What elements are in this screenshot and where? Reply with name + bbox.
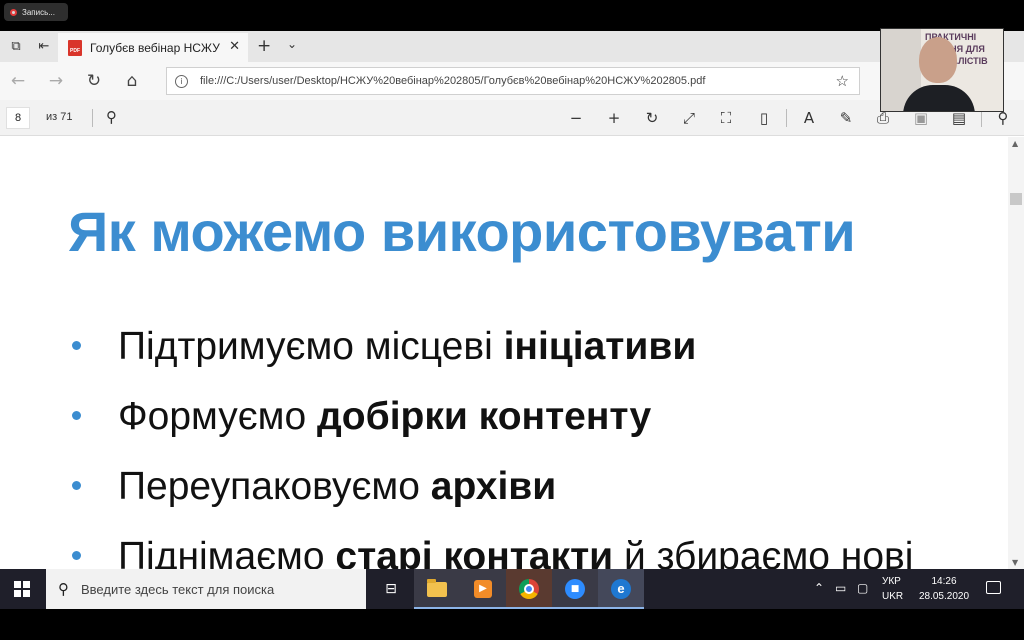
tab-title: Голубєв вебінар НСЖУ [90, 40, 220, 55]
set-aside-tabs-icon[interactable]: ⇤ [36, 39, 52, 55]
screen: Запись... ⧉ ⇤ PDF Голубєв вебінар НСЖУ ✕… [0, 0, 1024, 640]
bullet-dot [72, 341, 81, 350]
search-placeholder: Введите здесь текст для поиска [81, 581, 275, 597]
pdf-toolbar: 8 из 71 ⚲ − + ↻ ⤢ ⛶ ▯ A ✎ ⎙ ▣ ▤ ⚲ [0, 100, 1024, 136]
zoom-icon: ■ [565, 579, 585, 599]
scroll-down-icon[interactable]: ▼ [1012, 558, 1018, 567]
page-number-input[interactable]: 8 [6, 107, 30, 129]
tab-groups-icon[interactable]: ⧉ [8, 39, 24, 55]
page-total: из 71 [46, 111, 73, 123]
scroll-thumb[interactable] [1010, 193, 1022, 205]
divider [786, 109, 787, 127]
bullet-bold-text: ініціативи [503, 325, 697, 368]
home-icon[interactable]: ⌂ [122, 71, 142, 91]
vertical-scrollbar[interactable]: ▲ ▼ [1008, 137, 1024, 569]
edge-icon: e [611, 579, 631, 599]
notification-icon[interactable] [986, 581, 1001, 594]
bullet-bold-text: добірки контенту [317, 395, 652, 438]
fullscreen-icon[interactable]: ⛶ [716, 108, 736, 128]
read-aloud-icon[interactable]: A [799, 108, 819, 128]
clock-time: 14:26 [931, 576, 957, 587]
bullet-text: Переупаковуємо [118, 465, 431, 508]
tab-active[interactable]: PDF Голубєв вебінар НСЖУ ✕ [58, 33, 248, 62]
bullet-dot [72, 481, 81, 490]
chrome-icon [519, 579, 539, 599]
pdf-icon: PDF [68, 39, 82, 56]
media-player-button[interactable]: ▶ [460, 569, 506, 609]
media-player-icon: ▶ [474, 580, 492, 598]
edge-button[interactable]: e [598, 569, 644, 609]
lang-bottom: UKR [882, 591, 904, 602]
webcam-overlay: ПРАКТИЧНІ ЗНАННЯ ДЛЯ ЖУРНАЛІСТІВ [880, 28, 1004, 112]
fit-page-icon[interactable]: ⤢ [679, 108, 699, 128]
refresh-icon[interactable]: ↻ [84, 71, 104, 91]
favorite-star-icon[interactable]: ☆ [836, 72, 849, 90]
pdf-content: Як можемо використовувати Підтримуємо мі… [0, 137, 1008, 569]
lang-top: УКР [882, 576, 901, 587]
bullet-text: Формуємо [118, 395, 318, 438]
zoom-button[interactable]: ■ [552, 569, 598, 609]
bullet-tail-text: й збираємо нові [613, 535, 914, 569]
recording-label: Запись... [22, 7, 55, 17]
task-view-icon: ⊟ [385, 581, 397, 597]
bullet-text: Піднімаємо [118, 535, 336, 569]
draw-icon[interactable]: ✎ [836, 108, 856, 128]
browser-window: ⧉ ⇤ PDF Голубєв вебінар НСЖУ ✕ + ⌄ ← → ↻… [0, 31, 1024, 569]
rotate-icon[interactable]: ↻ [642, 108, 662, 128]
slide-title: Як можемо використовувати [68, 200, 856, 263]
search-icon[interactable]: ⚲ [106, 108, 117, 126]
tab-bar: ⧉ ⇤ PDF Голубєв вебінар НСЖУ ✕ + ⌄ [0, 31, 1024, 62]
address-bar[interactable]: i file:///C:/Users/user/Desktop/НСЖУ%20в… [166, 67, 860, 95]
chevron-down-icon[interactable]: ⌄ [287, 37, 297, 51]
language-indicator[interactable]: УКР UKR [882, 574, 903, 604]
navigation-bar: ← → ↻ ⌂ i file:///C:/Users/user/Desktop/… [0, 62, 1024, 100]
speaker-head [919, 37, 957, 83]
close-icon[interactable]: ✕ [229, 39, 240, 54]
chevron-up-icon[interactable]: ⌃ [814, 581, 824, 595]
file-explorer-button[interactable] [414, 569, 460, 609]
chrome-button[interactable] [506, 569, 552, 609]
bullet-dot [72, 551, 81, 560]
windows-start-icon[interactable] [14, 581, 30, 597]
taskbar: ⚲ Введите здесь текст для поиска ⊟ ▶ ■ e… [0, 569, 1024, 609]
zoom-in-icon[interactable]: + [604, 108, 624, 128]
bullet-dot [72, 411, 81, 420]
bullet-bold-text: архіви [430, 465, 557, 508]
forward-icon[interactable]: → [46, 71, 66, 91]
folder-icon [427, 578, 447, 597]
clock[interactable]: 14:26 28.05.2020 [916, 574, 972, 604]
url-text: file:///C:/Users/user/Desktop/НСЖУ%20веб… [200, 75, 706, 87]
scroll-up-icon[interactable]: ▲ [1012, 139, 1018, 148]
recording-indicator[interactable]: Запись... [4, 3, 68, 21]
search-icon: ⚲ [58, 580, 69, 598]
page-view-icon[interactable]: ▯ [754, 108, 774, 128]
zoom-out-icon[interactable]: − [566, 108, 586, 128]
record-icon [10, 8, 17, 16]
taskbar-search-input[interactable]: ⚲ Введите здесь текст для поиска [46, 569, 366, 609]
network-icon[interactable]: ▢ [857, 581, 868, 595]
info-icon[interactable]: i [175, 74, 188, 88]
new-tab-icon[interactable]: + [257, 36, 271, 56]
clock-date: 28.05.2020 [918, 591, 970, 602]
task-view-button[interactable]: ⊟ [368, 569, 414, 609]
divider [92, 109, 93, 127]
bullet-text: Підтримуємо місцеві [118, 325, 504, 368]
back-icon[interactable]: ← [8, 71, 28, 91]
battery-icon[interactable]: ▭ [835, 581, 846, 595]
bullet-bold-text: старі контакти [335, 535, 614, 569]
